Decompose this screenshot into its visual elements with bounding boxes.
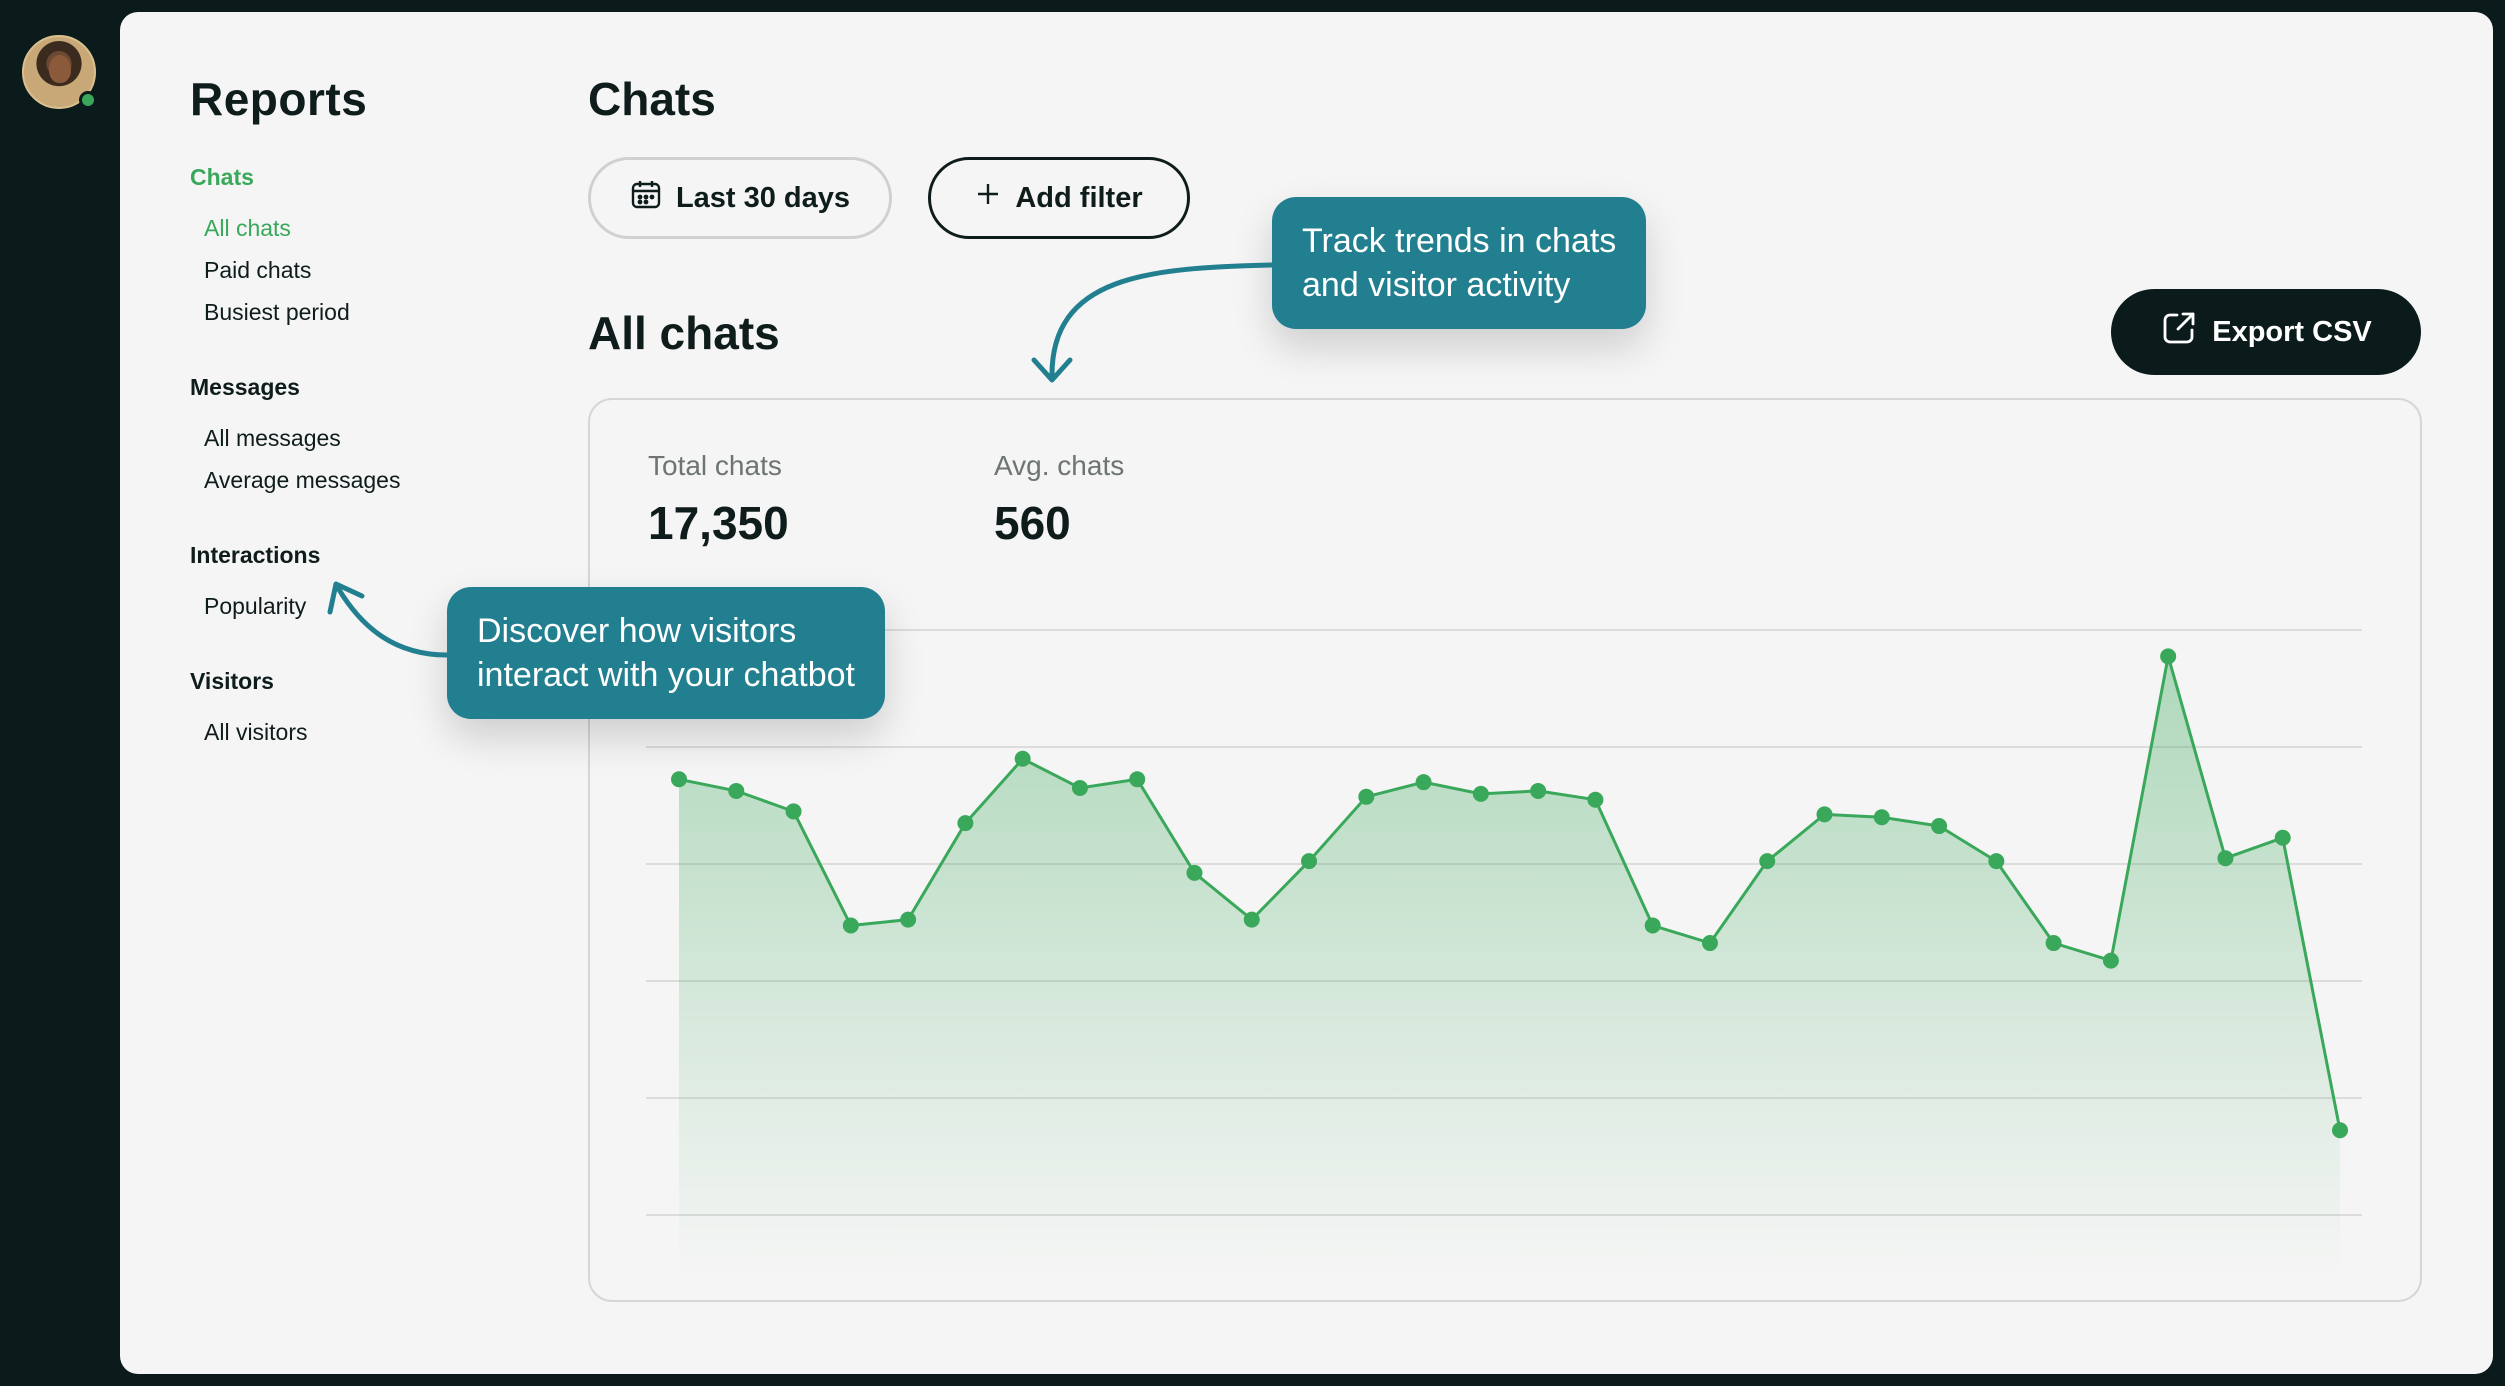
date-range-button[interactable]: Last 30 days xyxy=(588,157,892,239)
section-title: All chats xyxy=(588,307,780,359)
sidebar-item-all-chats[interactable]: All chats xyxy=(204,215,291,242)
plus-icon xyxy=(975,181,1001,215)
sidebar-group-visitors[interactable]: Visitors xyxy=(190,668,274,695)
chart-data-point[interactable] xyxy=(900,911,917,928)
chart-data-point[interactable] xyxy=(2045,935,2062,952)
chart-data-point[interactable] xyxy=(2217,850,2234,867)
calendar-icon xyxy=(630,178,662,218)
chart-data-point[interactable] xyxy=(1988,853,2005,870)
chart-data-point[interactable] xyxy=(2332,1122,2348,1139)
chart-data-point[interactable] xyxy=(1530,782,1547,799)
chart-tip-callout: Track trends in chats and visitor activi… xyxy=(1272,197,1647,329)
sidebar-group-messages[interactable]: Messages xyxy=(190,374,300,401)
chart-data-point[interactable] xyxy=(728,782,745,799)
callout-line: interact with your chatbot xyxy=(477,656,855,694)
chart-data-point[interactable] xyxy=(1129,771,1146,788)
chart-data-point[interactable] xyxy=(785,803,802,820)
chart-data-point[interactable] xyxy=(842,917,859,934)
callout-line: and visitor activity xyxy=(1302,266,1571,304)
chart-data-point[interactable] xyxy=(1816,806,1833,823)
sidebar-group-chats[interactable]: Chats xyxy=(190,164,254,191)
app-rail xyxy=(0,0,120,1386)
sidebar-group-interactions[interactable]: Interactions xyxy=(190,542,320,569)
sidebar-item-all-visitors[interactable]: All visitors xyxy=(204,719,308,746)
chart-data-point[interactable] xyxy=(1644,917,1661,934)
sidebar-item-busiest-period[interactable]: Busiest period xyxy=(204,299,350,326)
callout-line: Track trends in chats xyxy=(1302,222,1617,260)
chart-data-point[interactable] xyxy=(1472,785,1489,802)
chart-data-point[interactable] xyxy=(1358,788,1375,805)
chart-data-point[interactable] xyxy=(2274,829,2291,846)
export-csv-button[interactable]: Export CSV xyxy=(2111,289,2421,375)
chart-data-point[interactable] xyxy=(1415,774,1432,791)
chart-data-point[interactable] xyxy=(1243,911,1260,928)
sidebar-item-all-messages[interactable]: All messages xyxy=(204,425,341,452)
sidebar-tip-callout: Discover how visitors interact with your… xyxy=(447,587,885,719)
chart-area-fill xyxy=(679,656,2340,1278)
chats-area-chart xyxy=(646,629,2362,1278)
chart-data-point[interactable] xyxy=(1071,780,1088,797)
avatar-face xyxy=(49,55,71,83)
sidebar-item-average-messages[interactable]: Average messages xyxy=(204,467,400,494)
sidebar-item-popularity[interactable]: Popularity xyxy=(204,593,306,620)
chart-data-point[interactable] xyxy=(1587,791,1604,808)
online-status-dot xyxy=(79,91,97,109)
add-filter-label: Add filter xyxy=(1015,181,1143,214)
add-filter-button[interactable]: Add filter xyxy=(928,157,1190,239)
page-title: Chats xyxy=(588,73,716,125)
chart-data-point[interactable] xyxy=(1701,935,1718,952)
chart-data-point[interactable] xyxy=(2160,648,2177,665)
chart-data-point[interactable] xyxy=(1759,853,1776,870)
date-range-label: Last 30 days xyxy=(675,181,851,214)
external-link-icon xyxy=(2160,309,2198,355)
sidebar-title: Reports xyxy=(190,73,368,125)
chart-data-point[interactable] xyxy=(957,815,974,832)
chart-data-point[interactable] xyxy=(1186,864,1203,881)
chart-data-point[interactable] xyxy=(1014,750,1031,767)
export-csv-label: Export CSV xyxy=(2212,315,2372,348)
chart-data-point[interactable] xyxy=(2102,952,2119,969)
callout-line: Discover how visitors xyxy=(477,612,797,650)
sidebar-item-paid-chats[interactable]: Paid chats xyxy=(204,257,311,284)
chart-data-point[interactable] xyxy=(671,771,687,788)
chart-data-point[interactable] xyxy=(1301,853,1318,870)
chart-data-point[interactable] xyxy=(1873,809,1890,826)
chart-data-point[interactable] xyxy=(1931,818,1948,835)
